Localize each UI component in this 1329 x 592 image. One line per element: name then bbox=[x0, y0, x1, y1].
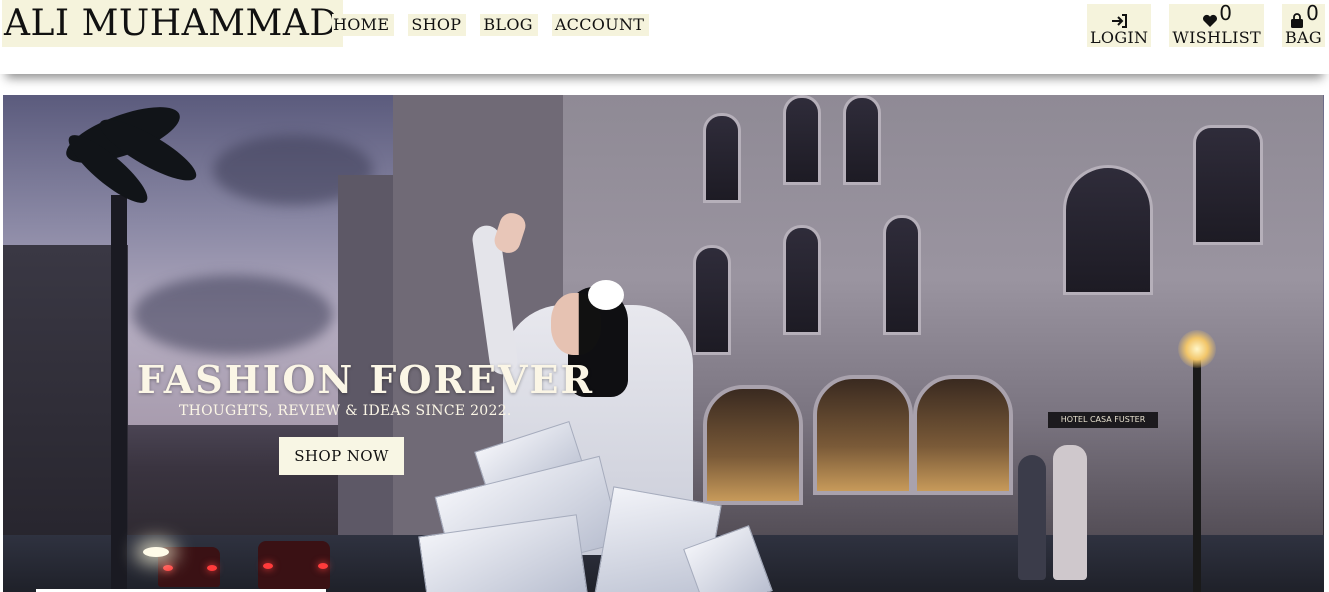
hotel-sign: HOTEL CASA FUSTER bbox=[1048, 412, 1158, 428]
car-taillight bbox=[263, 563, 273, 569]
heart-icon bbox=[1201, 12, 1218, 29]
main-nav: HOME SHOP BLOG ACCOUNT bbox=[332, 14, 650, 36]
window-shape bbox=[1063, 165, 1153, 295]
palm-tree bbox=[111, 195, 127, 592]
header-actions: LOGIN 0 WISHLIST 0 BAG bbox=[1086, 1, 1325, 47]
hero-title: FASHION FOREVER bbox=[137, 357, 595, 402]
window-shape bbox=[1193, 125, 1263, 245]
login-button[interactable]: LOGIN bbox=[1086, 4, 1152, 47]
pedestrian bbox=[1018, 455, 1046, 580]
window-shape bbox=[783, 225, 821, 335]
lamp-light bbox=[1178, 330, 1216, 368]
nav-item-account[interactable]: ACCOUNT bbox=[551, 14, 650, 36]
wishlist-label: WISHLIST bbox=[1172, 28, 1261, 47]
wishlist-button[interactable]: 0 WISHLIST bbox=[1169, 1, 1264, 47]
nav-item-shop[interactable]: SHOP bbox=[408, 14, 467, 36]
hero-subtitle: THOUGHTS, REVIEW & IDEAS SINCE 2022. bbox=[179, 403, 512, 419]
login-icon bbox=[1111, 12, 1128, 29]
window-shape bbox=[703, 113, 741, 203]
car-taillight bbox=[318, 563, 328, 569]
brand-logo[interactable]: ALI MUHAMMAD bbox=[2, 0, 343, 47]
shop-now-button[interactable]: SHOP NOW bbox=[279, 437, 404, 475]
hair-flower bbox=[588, 280, 624, 310]
window-shape bbox=[843, 95, 881, 185]
bag-count: 0 bbox=[1306, 1, 1319, 25]
window-shape bbox=[693, 245, 731, 355]
car-taillight bbox=[207, 565, 217, 571]
site-header: ALI MUHAMMAD HOME SHOP BLOG ACCOUNT LOGI… bbox=[0, 0, 1329, 74]
wishlist-count: 0 bbox=[1219, 1, 1233, 25]
nav-item-home[interactable]: HOME bbox=[332, 14, 395, 36]
window-shape bbox=[783, 95, 821, 185]
shopfront-arch bbox=[813, 375, 913, 495]
bag-icon bbox=[1288, 12, 1305, 29]
hero-banner: HOTEL CASA FUSTER FASHION FOREVER THOUGH… bbox=[3, 95, 1324, 592]
nav-item-blog[interactable]: BLOG bbox=[480, 14, 538, 36]
car-taillight bbox=[163, 565, 173, 571]
street-lamp bbox=[1193, 345, 1201, 592]
bag-label: BAG bbox=[1285, 28, 1322, 47]
shopfront-arch bbox=[913, 375, 1013, 495]
car-headlight bbox=[143, 547, 169, 557]
bag-button[interactable]: 0 BAG bbox=[1282, 1, 1325, 47]
login-label: LOGIN bbox=[1089, 28, 1149, 47]
shopfront-arch bbox=[703, 385, 803, 505]
window-shape bbox=[883, 215, 921, 335]
pedestrian bbox=[1053, 445, 1087, 580]
cloud-shape bbox=[133, 275, 333, 355]
